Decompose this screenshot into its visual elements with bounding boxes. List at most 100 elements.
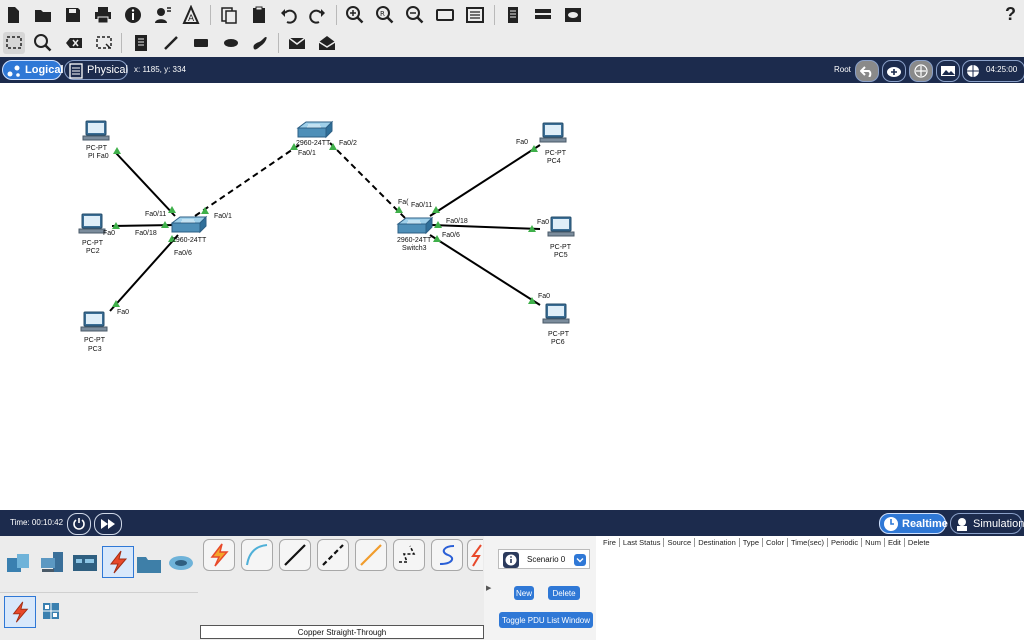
switch3-name-label: Switch3 (402, 245, 427, 252)
pc6-model-label: PC-PT (548, 331, 570, 338)
realtime-label: Realtime (902, 517, 948, 530)
select-icon[interactable] (3, 32, 25, 54)
pc3-device[interactable] (80, 311, 108, 332)
copper-straight-through-cable[interactable] (279, 539, 311, 571)
multiuser-icon[interactable] (166, 548, 196, 578)
activity-wizard-icon[interactable]: A (180, 4, 202, 26)
new-cluster-button[interactable] (882, 60, 906, 82)
pc3-name-label: PC3 (88, 346, 102, 353)
pc2-device[interactable] (78, 213, 106, 234)
serial-dce-cable[interactable] (467, 539, 483, 571)
cluster-icon[interactable] (502, 4, 524, 26)
simulation-mode-button[interactable]: Simulation (950, 513, 1024, 534)
save-icon[interactable] (62, 4, 84, 26)
link-switch1-switch3[interactable] (329, 142, 406, 219)
add-complex-pdu-icon[interactable] (316, 32, 338, 54)
simulation-label: Simulation (973, 517, 1024, 530)
custom-device-dialog-icon[interactable] (464, 4, 486, 26)
resize-icon[interactable] (93, 32, 115, 54)
undo-icon[interactable] (278, 4, 300, 26)
pc3-model-label: PC-PT (84, 337, 106, 344)
workspace-mode-bar: Logical Physical x: 1185, y: 334 Root 04… (0, 57, 1024, 83)
link-pc1-switch2[interactable] (115, 152, 176, 217)
pc6-device[interactable] (542, 303, 570, 324)
realtime-mode-button[interactable]: Realtime (879, 513, 948, 534)
network-view-icon[interactable] (562, 4, 584, 26)
fast-forward-icon (101, 519, 115, 529)
pc1-device[interactable] (82, 120, 110, 141)
help-button[interactable]: ? (1005, 4, 1016, 25)
copy-icon[interactable] (218, 4, 240, 26)
switch3-port-fa0: Fa( (398, 199, 409, 206)
toolbar-separator (494, 5, 495, 25)
print-icon[interactable] (92, 4, 114, 26)
note-icon[interactable] (130, 32, 152, 54)
cursor-coordinates: x: 1185, y: 334 (134, 65, 186, 74)
pc4-device[interactable] (539, 122, 567, 143)
back-button[interactable] (855, 60, 879, 82)
drawing-palette-icon[interactable] (434, 4, 456, 26)
miscellaneous-icon[interactable] (134, 548, 164, 578)
pc1-model-label: PC-PT (86, 145, 108, 152)
paste-icon[interactable] (248, 4, 270, 26)
redo-icon[interactable] (306, 4, 328, 26)
add-simple-pdu-icon[interactable] (286, 32, 308, 54)
link-switch2-switch1[interactable] (194, 142, 303, 217)
fast-forward-button[interactable] (94, 513, 122, 535)
phone-cable[interactable] (393, 539, 425, 571)
coaxial-cable[interactable] (431, 539, 463, 571)
straight-through-icon (284, 544, 306, 566)
physical-view-button[interactable]: Physical (64, 60, 128, 80)
pdu-col-destination: Destination (695, 538, 740, 547)
logical-workspace[interactable]: PC-PT PI Fa0 Fa0 PC-PT PC2 Fa0 PC-PT PC3… (0, 83, 1024, 510)
switch3-device[interactable] (397, 217, 433, 234)
zoom-out-icon[interactable] (404, 4, 426, 26)
pdu-col-source: Source (664, 538, 696, 547)
zoom-in-icon[interactable] (344, 4, 366, 26)
user-profile-icon[interactable] (152, 4, 174, 26)
new-scenario-button[interactable]: New (514, 586, 534, 600)
components-icon[interactable] (70, 548, 100, 578)
delete-scenario-button[interactable]: Delete (548, 586, 580, 600)
freeform-icon[interactable] (249, 32, 271, 54)
grid-icon[interactable] (36, 596, 66, 626)
power-cycle-button[interactable] (67, 513, 91, 535)
end-devices-icon[interactable] (38, 548, 68, 578)
open-folder-icon[interactable] (32, 4, 54, 26)
panel-expander-arrow-icon[interactable]: ▶ (486, 584, 491, 592)
info-icon[interactable] (122, 4, 144, 26)
network-devices-icon[interactable] (4, 548, 34, 578)
pc4-model-label: PC-PT (545, 150, 567, 157)
link-switch3-pc6[interactable] (429, 234, 541, 306)
server-icon[interactable] (532, 4, 554, 26)
automatic-connection-cable[interactable] (203, 539, 235, 571)
copper-cross-over-cable[interactable] (317, 539, 349, 571)
pc6-port-label: Fa0 (538, 293, 550, 300)
scenario-select[interactable]: Scenario 0 (498, 549, 590, 569)
draw-ellipse-icon[interactable] (220, 32, 242, 54)
pc5-device[interactable] (547, 216, 575, 237)
logical-view-button[interactable]: Logical (2, 60, 64, 80)
scenario-name: Scenario 0 (527, 554, 566, 564)
inspect-icon[interactable] (32, 32, 54, 54)
draw-rectangle-icon[interactable] (190, 32, 212, 54)
delete-icon[interactable] (63, 32, 85, 54)
new-file-icon[interactable] (2, 4, 24, 26)
set-background-button[interactable] (936, 60, 960, 82)
physical-view-label: Physical (87, 64, 128, 76)
zoom-reset-icon[interactable]: R (374, 4, 396, 26)
link-switch3-pc4[interactable] (429, 144, 541, 217)
link-pc3-switch2[interactable] (109, 234, 179, 312)
switch3-port-fa011: Fa0/11 (411, 202, 432, 209)
fiber-cable[interactable] (355, 539, 387, 571)
connections-sub-icon[interactable] (4, 596, 36, 628)
toggle-pdu-list-button[interactable]: Toggle PDU List Window (499, 612, 593, 628)
switch1-device[interactable] (297, 121, 333, 138)
switch2-device[interactable] (171, 216, 207, 233)
console-cable[interactable] (241, 539, 273, 571)
link-switch3-pc5[interactable] (431, 224, 541, 230)
connections-icon[interactable] (102, 546, 134, 578)
root-label: Root (834, 65, 851, 74)
draw-line-icon[interactable] (160, 32, 182, 54)
move-object-button[interactable] (909, 60, 933, 82)
